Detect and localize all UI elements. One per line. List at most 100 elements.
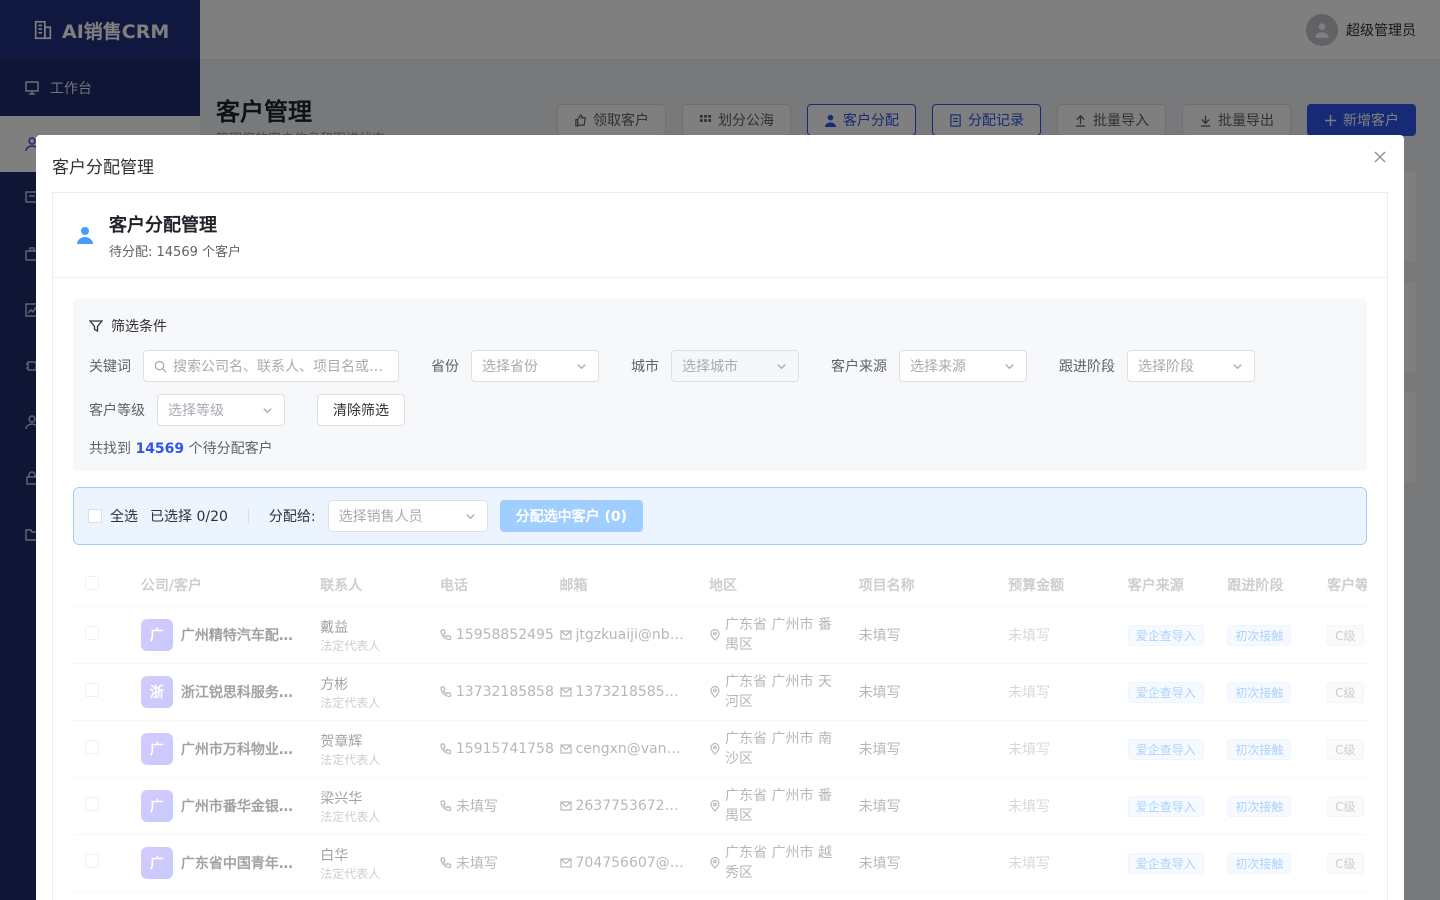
source-tag: 爱企查导入	[1127, 624, 1204, 646]
phone-cell: 未填写	[440, 853, 560, 873]
filter-row: 关键词 搜索公司名、联系人、项目名或电话 省份 选择省份 城市 选择城市 客户来…	[89, 350, 1351, 382]
region-text: 广东省 广州市 番禺区	[725, 617, 832, 653]
mail-icon	[559, 858, 572, 868]
budget-amount: 未填写	[1008, 685, 1051, 701]
phone-cell: 13732185858	[440, 684, 560, 700]
location-icon	[710, 629, 720, 641]
company-name[interactable]: 广东省中国青年旅行社	[181, 853, 301, 873]
search-icon	[154, 360, 167, 373]
col-header: 客户来源	[1127, 577, 1184, 594]
keyword-label: 关键词	[89, 359, 131, 375]
dialog-title: 客户分配管理	[52, 158, 154, 178]
chevron-down-icon	[577, 363, 586, 369]
customer-assign-dialog: 客户分配管理 客户分配管理 待分配: 14569 个客户 筛选条件 关键词 搜索…	[36, 135, 1404, 900]
pending-count: 待分配: 14569 个客户	[109, 244, 241, 260]
contact-role: 法定代表人	[320, 695, 381, 710]
stage-tag: 初次接触	[1227, 738, 1292, 760]
phone-icon	[440, 857, 451, 869]
table-row[interactable]: 广 广州市番华金银珠宝有限公司 梁兴华 法定代表人 未填写 2637753672…	[73, 778, 1367, 835]
col-header: 地区	[709, 577, 738, 594]
assign-bar: 全选 已选择 0/20 分配给: 选择销售人员 分配选中客户 (0)	[73, 487, 1367, 545]
contact-role: 法定代表人	[320, 752, 381, 767]
company-avatar: 广	[140, 847, 173, 879]
keyword-input[interactable]: 搜索公司名、联系人、项目名或电话	[143, 350, 399, 382]
selected-count: 已选择 0/20	[150, 509, 228, 525]
level-tag: C级	[1327, 795, 1364, 817]
row-checkbox[interactable]	[85, 740, 99, 754]
clear-filter-button[interactable]: 清除筛选	[317, 394, 405, 426]
contact-name: 梁兴华	[320, 790, 363, 807]
level-select[interactable]: 选择等级	[157, 394, 285, 426]
budget-amount: 未填写	[1008, 742, 1051, 758]
city-filter: 城市 选择城市	[631, 350, 799, 382]
assign-to-label: 分配给:	[268, 509, 316, 525]
salesperson-select[interactable]: 选择销售人员	[327, 500, 488, 532]
email-text: jtgzkuaiji@nbjt.com	[575, 627, 686, 643]
stage-filter: 跟进阶段 选择阶段	[1059, 350, 1255, 382]
col-header: 电话	[439, 577, 468, 594]
company-name[interactable]: 广州市番华金银珠宝有限公司	[181, 796, 301, 816]
location-icon	[710, 743, 720, 755]
mail-icon	[559, 630, 572, 640]
stage-tag: 初次接触	[1227, 624, 1292, 646]
phone-icon	[440, 800, 451, 812]
assign-selected-button[interactable]: 分配选中客户 (0)	[499, 500, 644, 532]
region-cell: 广东省 广州市 越秀区	[709, 843, 859, 883]
stage-tag: 初次接触	[1227, 852, 1292, 874]
stage-select[interactable]: 选择阶段	[1127, 350, 1255, 382]
filter-icon	[89, 320, 103, 333]
table-row[interactable]: 广 广东省中国青年旅行社 白华 法定代表人 未填写 704756607@qq.c…	[73, 835, 1367, 892]
phone-text: 未填写	[455, 856, 498, 872]
close-icon[interactable]	[1372, 149, 1388, 165]
province-select[interactable]: 选择省份	[471, 350, 599, 382]
project-name: 未填写	[858, 856, 901, 872]
stage-label: 跟进阶段	[1059, 359, 1115, 375]
project-name: 未填写	[858, 742, 901, 758]
table-row[interactable]: 浙 浙江锐思科服务有限公司 方彬 法定代表人 13732185858 13732…	[73, 664, 1367, 721]
contact-role: 法定代表人	[320, 866, 381, 881]
row-checkbox[interactable]	[85, 854, 99, 868]
source-tag: 爱企查导入	[1127, 795, 1204, 817]
contact-role: 法定代表人	[320, 638, 381, 653]
source-filter: 客户来源 选择来源	[831, 350, 1027, 382]
location-icon	[710, 800, 720, 812]
col-header: 客户等级	[1327, 577, 1367, 594]
company-avatar: 广	[140, 790, 173, 822]
panel-header: 客户分配管理 待分配: 14569 个客户	[53, 193, 1387, 278]
phone-text: 15915741758	[455, 741, 554, 757]
col-header: 邮箱	[559, 577, 588, 594]
company-avatar: 广	[140, 733, 173, 765]
select-all-checkbox[interactable]	[88, 509, 102, 523]
chevron-down-icon	[777, 363, 786, 369]
level-filter: 客户等级 选择等级	[89, 394, 285, 426]
budget-amount: 未填写	[1008, 856, 1051, 872]
header-checkbox[interactable]	[85, 575, 99, 590]
company-name[interactable]: 浙江锐思科服务有限公司	[181, 682, 301, 702]
company-name[interactable]: 广州市万科物业服务有限公司	[181, 739, 301, 759]
row-checkbox[interactable]	[85, 683, 99, 697]
row-checkbox[interactable]	[85, 797, 99, 811]
company-name[interactable]: 广州精特汽车配件有限公司	[181, 625, 301, 645]
email-cell: 13732185858@163.com	[559, 684, 710, 700]
table-row[interactable]: 广 广州精特汽车配件有限公司 戴益 法定代表人 15958852495 jtgz…	[73, 607, 1367, 664]
city-select[interactable]: 选择城市	[671, 350, 799, 382]
row-checkbox[interactable]	[85, 626, 99, 640]
level-tag: C级	[1327, 852, 1364, 874]
filter-title: 筛选条件	[89, 316, 1351, 336]
stage-tag: 初次接触	[1227, 795, 1292, 817]
email-cell: jtgzkuaiji@nbjt.com	[559, 627, 710, 643]
email-text: 13732185858@163.com	[575, 684, 686, 700]
email-cell: cengxn@vanke.com	[559, 741, 710, 757]
source-select[interactable]: 选择来源	[899, 350, 1027, 382]
mail-icon	[559, 744, 572, 754]
budget-amount: 未填写	[1008, 628, 1051, 644]
source-tag: 爱企查导入	[1127, 852, 1204, 874]
col-header: 跟进阶段	[1227, 577, 1284, 594]
select-all-label[interactable]: 全选	[110, 506, 138, 526]
filter-panel: 筛选条件 关键词 搜索公司名、联系人、项目名或电话 省份 选择省份 城市 选择城…	[73, 298, 1367, 471]
region-text: 广东省 广州市 番禺区	[725, 788, 832, 824]
source-tag: 爱企查导入	[1127, 681, 1204, 703]
col-header: 公司/客户	[140, 577, 202, 594]
col-header: 项目名称	[858, 577, 915, 594]
table-row[interactable]: 广 广州市万科物业服务有限公司 贺章辉 法定代表人 15915741758 ce…	[73, 721, 1367, 778]
